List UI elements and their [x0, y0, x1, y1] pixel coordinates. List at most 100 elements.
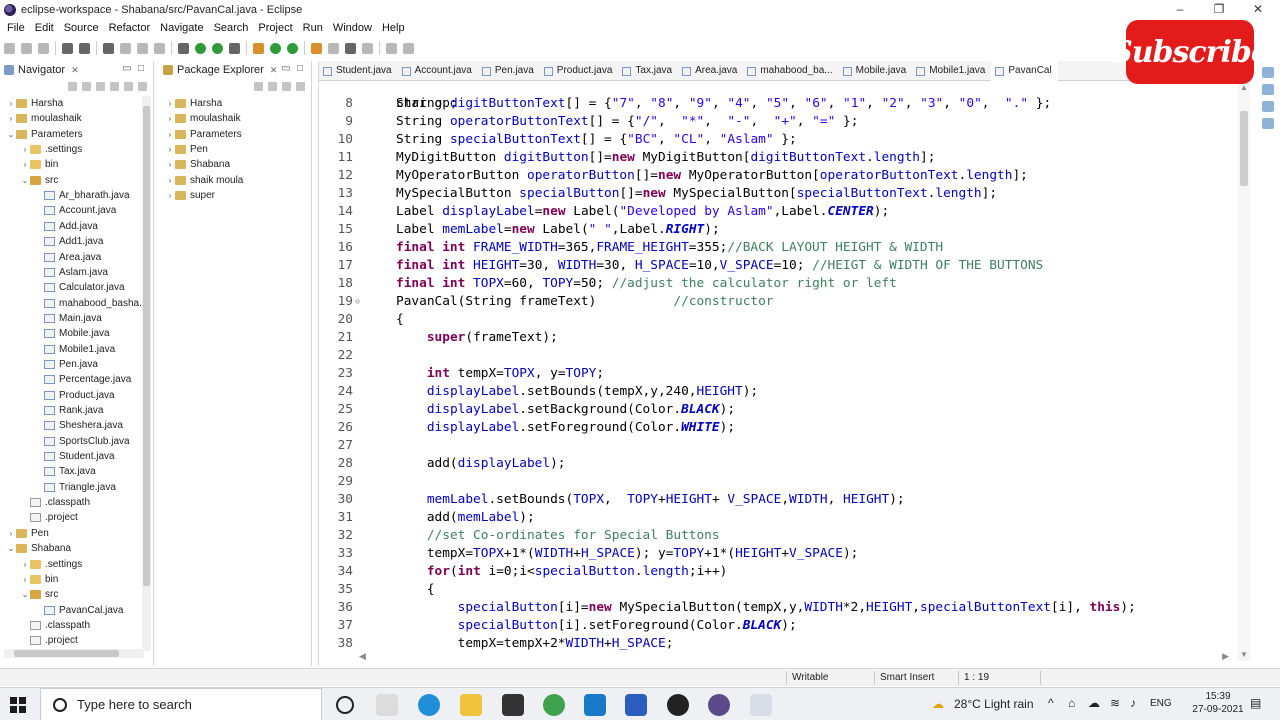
menu-source[interactable]: Source	[61, 22, 102, 34]
file-explorer-icon[interactable]	[460, 694, 482, 716]
navigator-tree-item[interactable]: › bin	[20, 157, 59, 172]
package-explorer-item[interactable]: › Parameters	[165, 127, 242, 142]
back-icon[interactable]	[386, 42, 397, 54]
expanded-arrow-icon[interactable]: ⌄	[6, 541, 16, 556]
navigator-tree-item[interactable]: Add1.java	[34, 234, 103, 249]
editor-tab-active[interactable]: PavanCal	[991, 61, 1058, 81]
scroll-up-icon[interactable]: ▲	[1240, 83, 1248, 92]
minimize-icon[interactable]: ▭	[281, 63, 290, 74]
new-package-icon[interactable]	[270, 42, 281, 54]
notifications-icon[interactable]: ▤	[1250, 696, 1261, 710]
editor-tab[interactable]: mahabood_ba...	[743, 61, 838, 81]
navigator-tree-item[interactable]: Triangle.java	[34, 480, 116, 495]
menu-navigate[interactable]: Navigate	[157, 22, 206, 34]
close-icon[interactable]: ✕	[71, 61, 79, 79]
navigator-tree-item[interactable]: Area.java	[34, 250, 101, 265]
link-editor-icon[interactable]	[268, 82, 277, 91]
navigator-tree-item[interactable]: ⌄ Parameters	[6, 127, 83, 142]
menu-project[interactable]: Project	[255, 22, 295, 34]
expanded-arrow-icon[interactable]: ⌄	[20, 173, 30, 188]
console-icon[interactable]	[1262, 118, 1274, 129]
navigator-tree-item[interactable]: Tax.java	[34, 464, 96, 479]
volume-icon[interactable]: ♪	[1130, 696, 1136, 710]
navigator-tree-item[interactable]: Calculator.java	[34, 280, 125, 295]
collapsed-arrow-icon[interactable]: ›	[165, 188, 175, 203]
package-explorer-item[interactable]: › Shabana	[165, 157, 230, 172]
navigator-tree-item[interactable]: Ar_bharath.java	[34, 188, 130, 203]
navigator-tree-item[interactable]: Student.java	[34, 449, 115, 464]
focus-icon[interactable]	[282, 82, 291, 91]
navigator-tree-item[interactable]: › Pen	[6, 526, 49, 541]
problems-icon[interactable]	[1262, 101, 1274, 112]
minimize-icon[interactable]: ▭	[122, 63, 131, 74]
collapsed-arrow-icon[interactable]: ›	[165, 173, 175, 188]
annotation-prev-icon[interactable]	[362, 42, 373, 54]
view-menu-icon[interactable]	[296, 82, 305, 91]
run-icon[interactable]	[195, 42, 206, 54]
scroll-left-icon[interactable]: ◀	[359, 651, 366, 662]
save-all-icon[interactable]	[38, 42, 49, 54]
block-selection-icon[interactable]	[137, 42, 148, 54]
media-icon[interactable]	[667, 694, 689, 716]
scrollbar-thumb[interactable]	[1240, 111, 1248, 186]
editor-tab[interactable]: Mobile1.java	[912, 61, 991, 81]
package-explorer-item[interactable]: › Pen	[165, 142, 208, 157]
navigator-tree-item[interactable]: Rank.java	[34, 403, 103, 418]
close-icon[interactable]: ✕	[270, 61, 278, 79]
maximize-button[interactable]: ❐	[1199, 0, 1239, 19]
navigator-tree-item[interactable]: Mobile1.java	[34, 342, 115, 357]
editor-horizontal-scrollbar[interactable]: ◀ ▶	[359, 651, 1229, 662]
scrollbar-thumb[interactable]	[14, 650, 119, 657]
menu-edit[interactable]: Edit	[32, 22, 57, 34]
package-explorer-item[interactable]: › super	[165, 188, 215, 203]
eclipse-taskbar-icon[interactable]	[708, 694, 730, 716]
subscribe-badge[interactable]: Subscribe	[1111, 20, 1270, 84]
link-editor-icon[interactable]	[124, 82, 133, 91]
search-icon[interactable]	[328, 42, 339, 54]
collapsed-arrow-icon[interactable]: ›	[20, 572, 30, 587]
collapsed-arrow-icon[interactable]: ›	[6, 526, 16, 541]
collapsed-arrow-icon[interactable]: ›	[165, 157, 175, 172]
mail-icon[interactable]	[584, 694, 606, 716]
expanded-arrow-icon[interactable]: ⌄	[20, 587, 30, 602]
navigator-tree-item[interactable]: Add.java	[34, 219, 98, 234]
navigator-tree-item[interactable]: .classpath	[20, 618, 90, 633]
forward-icon[interactable]	[403, 42, 414, 54]
collapsed-arrow-icon[interactable]: ›	[20, 157, 30, 172]
new-class-icon[interactable]	[287, 42, 298, 54]
navigator-tree-item[interactable]: Mobile.java	[34, 326, 110, 341]
menu-search[interactable]: Search	[211, 22, 252, 34]
editor-tab[interactable]: Student.java	[319, 61, 398, 81]
navigator-tree-item[interactable]: › bin	[20, 572, 59, 587]
cloud-icon[interactable]: ☁	[1088, 696, 1100, 710]
package-explorer-item[interactable]: › shaik moula	[165, 173, 244, 188]
windows-start-icon[interactable]	[10, 697, 26, 713]
menu-help[interactable]: Help	[379, 22, 408, 34]
collapsed-arrow-icon[interactable]: ›	[165, 111, 175, 126]
store-icon[interactable]	[502, 694, 524, 716]
navigator-tree-item[interactable]: ⌄ Shabana	[6, 541, 71, 556]
settings-icon[interactable]	[62, 42, 73, 54]
view-menu-icon[interactable]	[138, 82, 147, 91]
collapsed-arrow-icon[interactable]: ›	[20, 142, 30, 157]
java-taskbar-icon[interactable]	[750, 694, 772, 716]
navigator-tree-item[interactable]: ⌄ src	[20, 173, 59, 188]
menu-refactor[interactable]: Refactor	[106, 22, 154, 34]
navigator-tree-item[interactable]: › Harsha	[6, 96, 64, 111]
navigator-horizontal-scrollbar[interactable]	[4, 649, 144, 658]
tray-chevron-icon[interactable]: ^	[1048, 696, 1054, 710]
taskbar-search-box[interactable]	[40, 688, 322, 720]
collapsed-arrow-icon[interactable]: ›	[6, 111, 16, 126]
word-icon[interactable]	[625, 694, 647, 716]
external-tools-icon[interactable]	[229, 42, 240, 54]
close-button[interactable]: ✕	[1238, 0, 1278, 19]
network-icon[interactable]: ⌂	[1068, 696, 1075, 710]
fold-toggle-icon[interactable]: ⊖	[355, 293, 360, 311]
editor-tab[interactable]: Area.java	[678, 61, 743, 81]
collapsed-arrow-icon[interactable]: ›	[20, 557, 30, 572]
navigator-tab[interactable]: Navigator ✕	[0, 61, 79, 79]
taskbar-search-input[interactable]	[77, 697, 297, 712]
scrollbar-thumb[interactable]	[143, 106, 150, 586]
cortana-icon[interactable]	[336, 696, 354, 714]
toggle-mark-icon[interactable]	[120, 42, 131, 54]
